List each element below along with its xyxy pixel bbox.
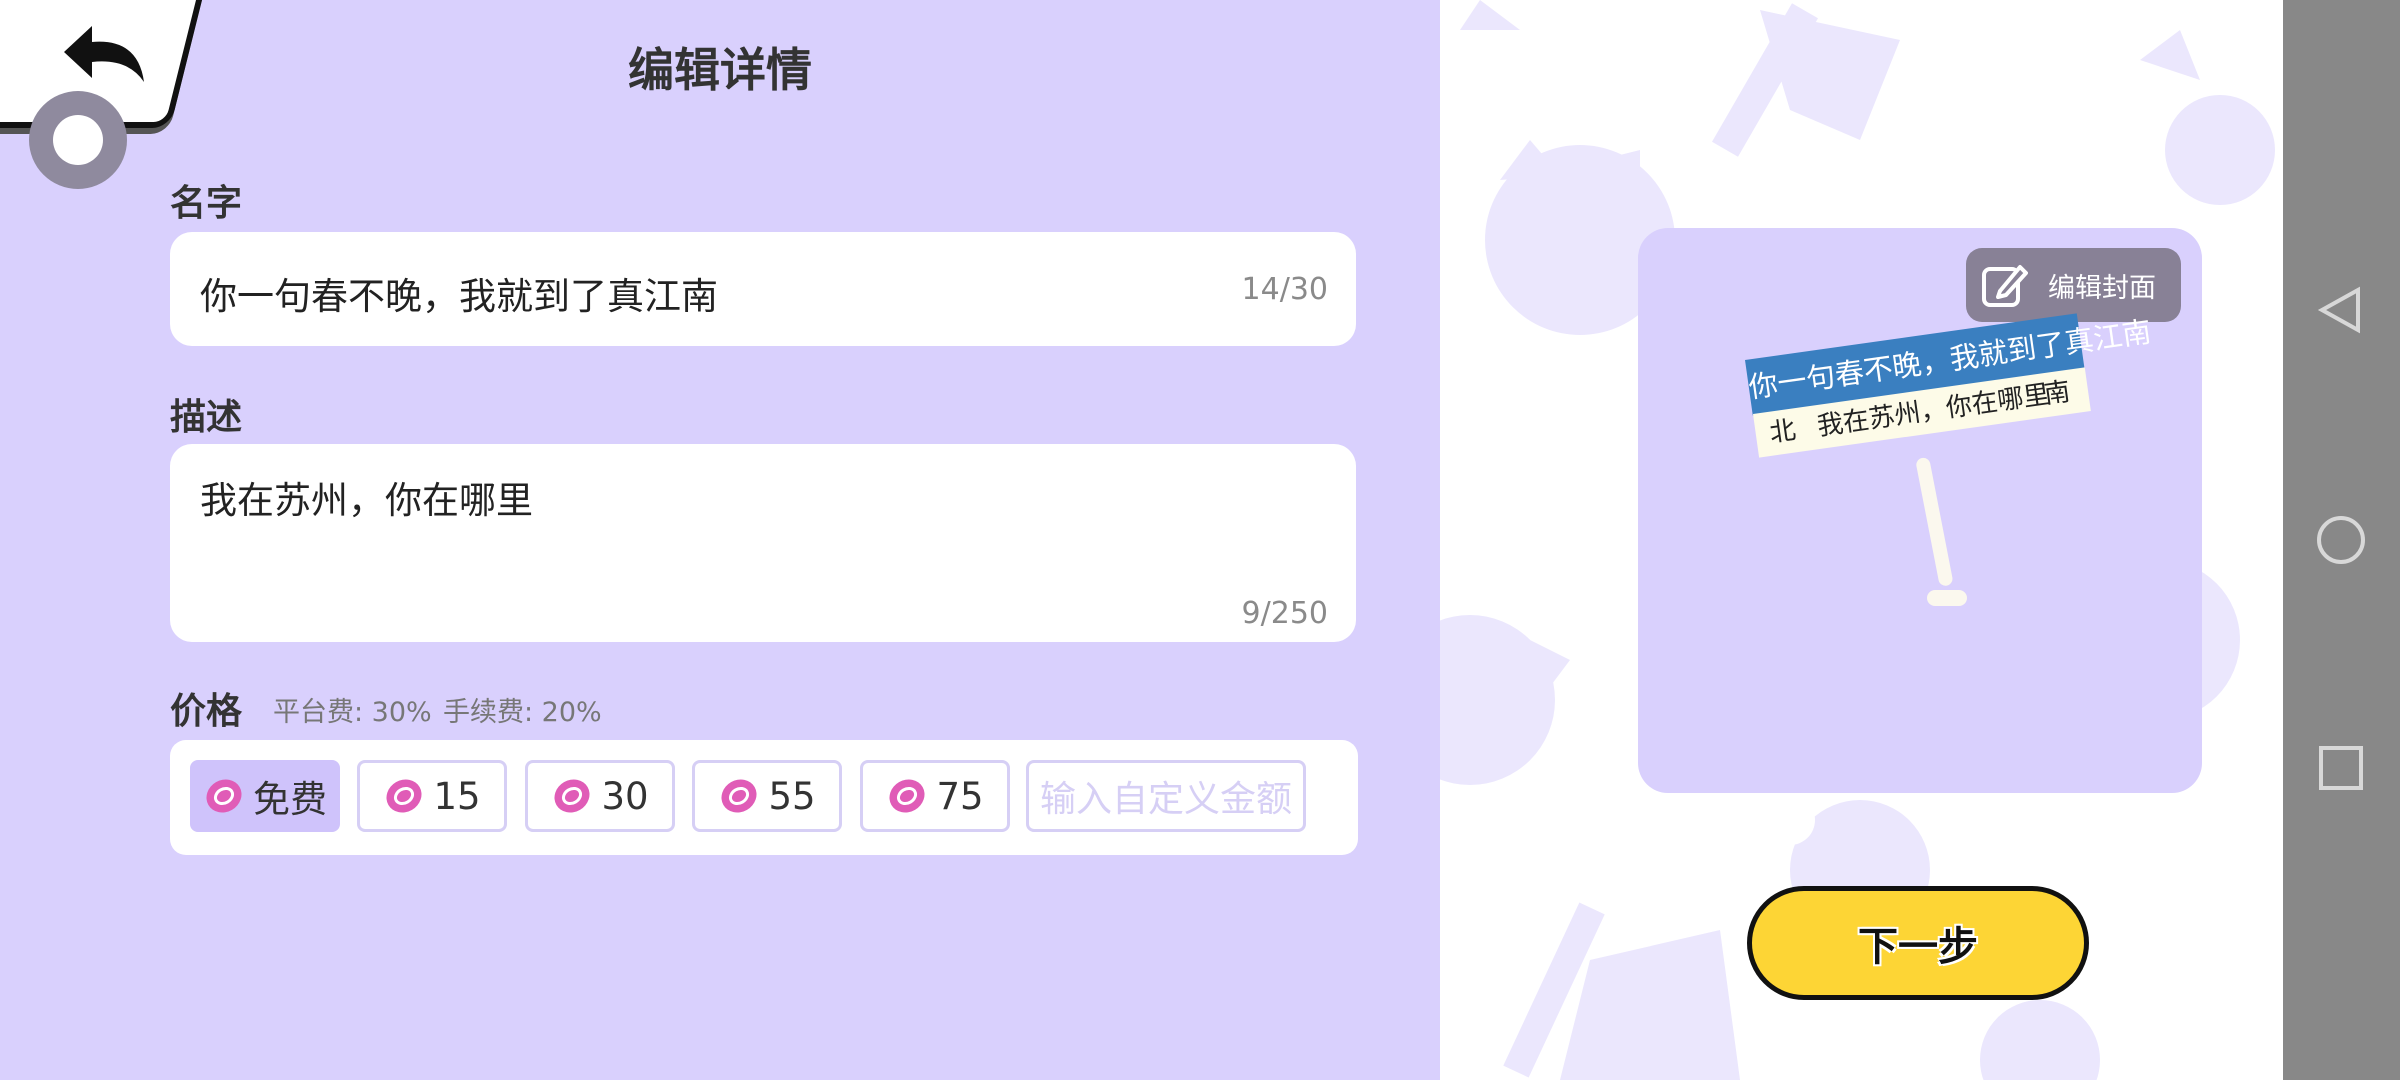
- float-ball-icon[interactable]: [29, 91, 127, 189]
- price-options: 免费 15 30 55 75 输入自定义金额: [170, 740, 1358, 855]
- name-counter: 14/30: [1241, 272, 1328, 307]
- edit-cover-label: 编辑封面: [2048, 272, 2156, 304]
- coin-icon: [554, 779, 590, 813]
- name-input[interactable]: 你一句春不晚，我就到了真江南 14/30: [170, 232, 1356, 346]
- edit-icon: [1982, 265, 2028, 307]
- nav-home-icon[interactable]: [2308, 510, 2374, 570]
- sign-left-text: 北: [1767, 415, 1798, 449]
- name-value: 你一句春不晚，我就到了真江南: [200, 275, 718, 318]
- coin-icon: [206, 779, 242, 813]
- back-arrow-icon[interactable]: [58, 22, 150, 94]
- edit-cover-button[interactable]: 编辑封面: [1966, 248, 2181, 322]
- nav-recents-icon[interactable]: [2308, 738, 2374, 798]
- description-input[interactable]: 我在苏州，你在哪里 9/250: [170, 444, 1356, 642]
- coin-icon: [386, 779, 422, 813]
- sign-right-text: 南: [2042, 376, 2073, 411]
- price-option-label: 55: [768, 774, 816, 818]
- price-option-free[interactable]: 免费: [190, 760, 340, 832]
- sign-pole-base: [1927, 590, 1967, 606]
- handling-fee: 手续费: 20%: [443, 697, 602, 728]
- description-value: 我在苏州，你在哪里: [200, 479, 533, 522]
- sign-pole: [1915, 456, 1954, 587]
- platform-fee: 平台费: 30%: [273, 697, 432, 728]
- price-option-55[interactable]: 55: [692, 760, 842, 832]
- cover-sign: 你一句春不晚，我就到了真江南 北 我在苏州，你在哪里 南: [1745, 313, 2153, 620]
- custom-amount-input[interactable]: 输入自定义金额: [1026, 760, 1306, 832]
- next-button[interactable]: 下一步: [1747, 886, 2089, 1000]
- description-counter: 9/250: [1241, 596, 1328, 631]
- price-option-label: 75: [936, 774, 984, 818]
- price-option-label: 15: [433, 774, 481, 818]
- price-option-30[interactable]: 30: [525, 760, 675, 832]
- nav-back-icon[interactable]: [2308, 280, 2374, 340]
- page-title: 编辑详情: [628, 43, 812, 97]
- system-navigation-bar: [2283, 0, 2400, 1080]
- coin-icon: [721, 779, 757, 813]
- name-label: 名字: [170, 183, 243, 224]
- description-label: 描述: [170, 397, 243, 438]
- coin-icon: [889, 779, 925, 813]
- price-option-15[interactable]: 15: [357, 760, 507, 832]
- price-option-75[interactable]: 75: [860, 760, 1010, 832]
- price-label: 价格: [170, 691, 243, 732]
- price-option-label: 免费: [253, 778, 327, 821]
- price-option-label: 30: [601, 774, 649, 818]
